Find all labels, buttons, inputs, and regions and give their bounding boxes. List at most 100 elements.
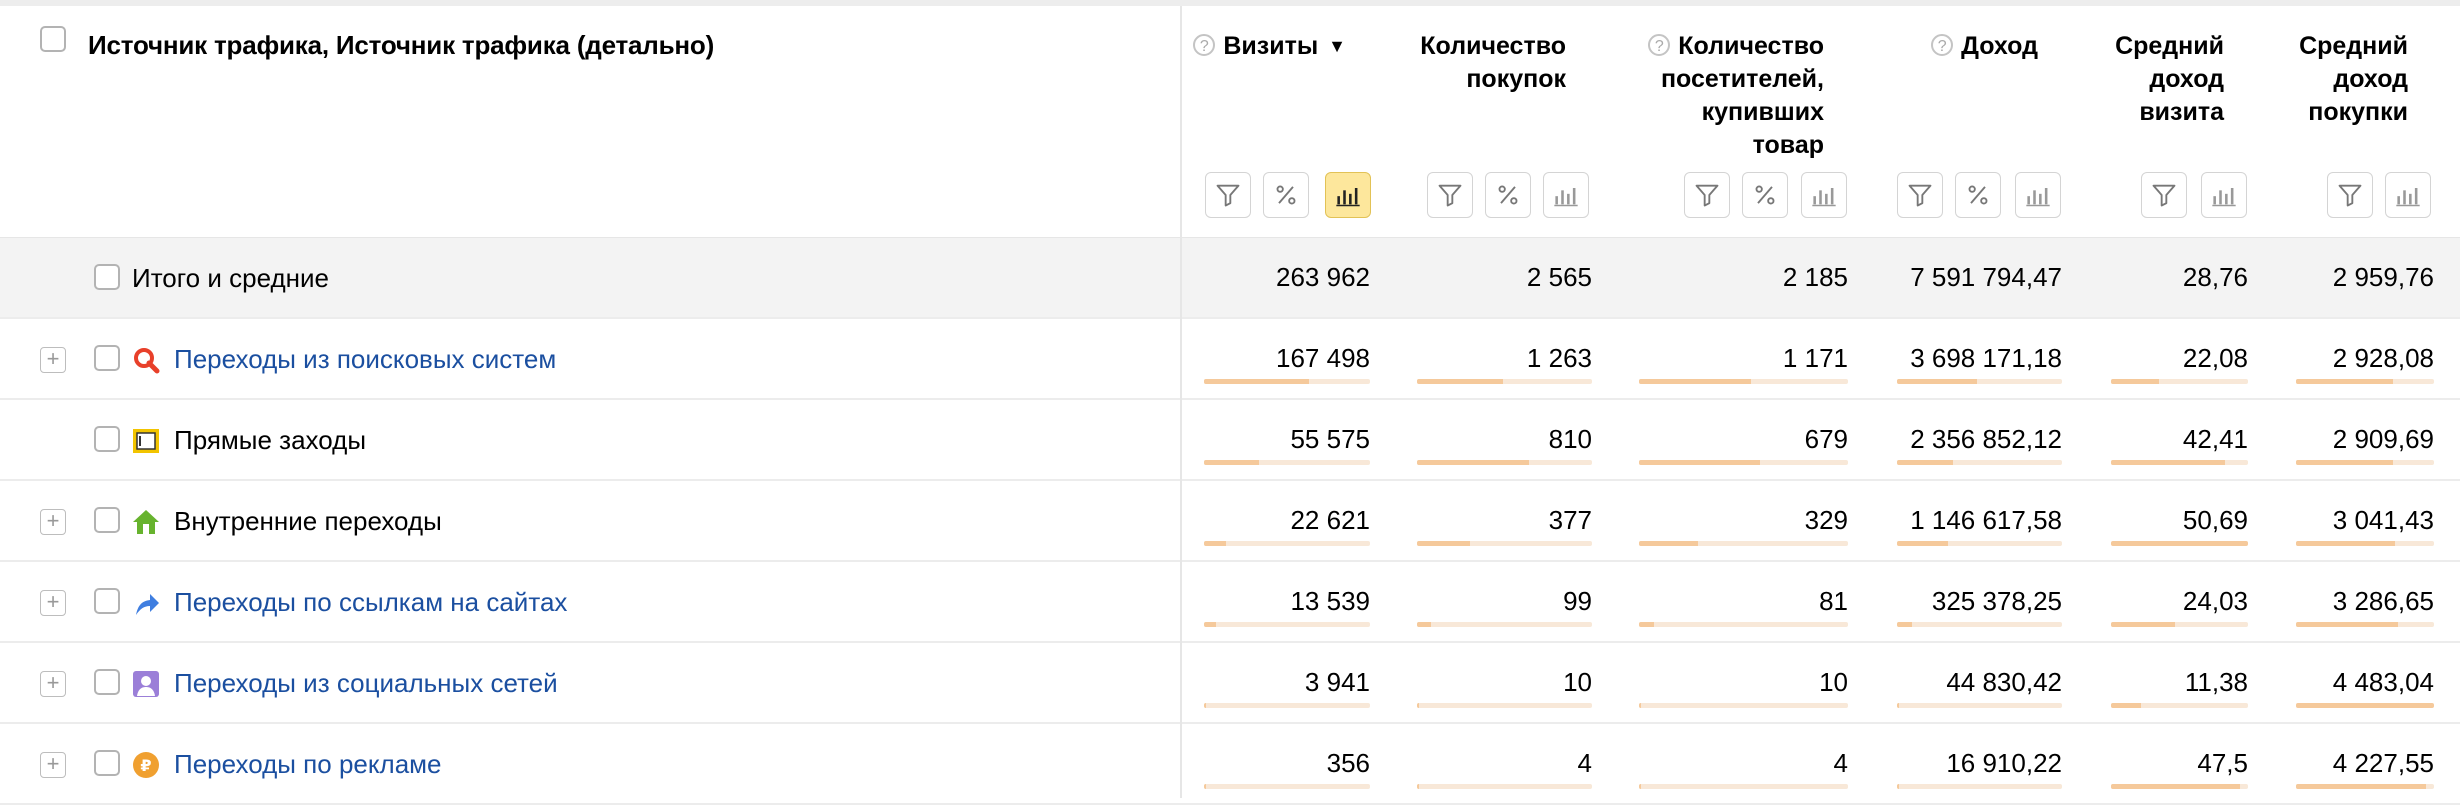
column-header-avg_visit[interactable]: Средний доход визита xyxy=(2115,30,2224,129)
chart-button[interactable] xyxy=(2015,172,2061,218)
traffic-source-label[interactable]: Переходы по ссылкам на сайтах xyxy=(174,587,567,618)
cell-value-visits: 3 941 xyxy=(1304,667,1370,697)
percent-button[interactable] xyxy=(1742,172,1788,218)
cell-value-avg_visit: 24,03 xyxy=(2182,586,2248,616)
cell-value-avg_purchase: 4 483,04 xyxy=(2332,667,2434,697)
value-bar-track xyxy=(2296,379,2434,384)
column-header-label: покупок xyxy=(1466,65,1566,93)
value-bar-track xyxy=(1204,379,1370,384)
cell-value-revenue: 16 910,22 xyxy=(1946,748,2062,778)
table-row: + Переходы из поисковых систем 167 498 1 26… xyxy=(0,319,2460,400)
total-value-revenue: 7 591 794,47 xyxy=(1910,262,2062,292)
traffic-source-label[interactable]: Переходы из социальных сетей xyxy=(174,668,558,699)
expand-row-button[interactable]: + xyxy=(40,671,66,697)
cell-value-visits: 356 xyxy=(1326,748,1370,778)
cell-value-revenue: 325 378,25 xyxy=(1931,586,2062,616)
value-bar-track xyxy=(1639,541,1848,546)
total-value-buyers: 2 185 xyxy=(1782,262,1848,292)
percent-icon xyxy=(1494,181,1522,209)
value-bar-fill xyxy=(2296,784,2426,789)
cell-value-purchases: 1 263 xyxy=(1526,343,1592,373)
traffic-source-label: Внутренние переходы xyxy=(174,506,442,536)
table-row: + ₽ Переходы по рекламе 356 4 4 16 910,22 47,5 4… xyxy=(0,724,2460,805)
total-row: Итого и средние 263 962 2 565 2 185 7 591 7… xyxy=(0,238,2460,319)
traffic-source-label[interactable]: Переходы из поисковых систем xyxy=(174,344,556,375)
row-checkbox[interactable] xyxy=(94,345,120,371)
filter-button[interactable] xyxy=(1205,172,1251,218)
filter-button[interactable] xyxy=(1897,172,1943,218)
table-header: Источник трафика, Источник трафика (дета… xyxy=(0,6,2460,238)
social-user-icon xyxy=(132,670,160,698)
value-bar-track xyxy=(1417,784,1592,789)
value-bar-track xyxy=(1417,541,1592,546)
value-bar-fill xyxy=(1639,460,1761,465)
sort-desc-icon[interactable]: ▼ xyxy=(1328,36,1346,56)
expand-row-button[interactable]: + xyxy=(40,752,66,778)
column-header-avg_purchase[interactable]: Средний доход покупки xyxy=(2299,30,2408,129)
filter-button[interactable] xyxy=(2327,172,2373,218)
chart-button[interactable] xyxy=(1543,172,1589,218)
chart-button[interactable] xyxy=(1801,172,1847,218)
value-bar-track xyxy=(1204,784,1370,789)
column-header-label: доход xyxy=(2333,65,2408,93)
value-bar-fill xyxy=(2111,460,2225,465)
cell-value-avg_visit: 11,38 xyxy=(2184,667,2248,697)
total-value-visits: 263 962 xyxy=(1276,262,1370,292)
value-bar-fill xyxy=(2296,460,2393,465)
expand-row-button[interactable]: + xyxy=(40,347,66,373)
column-header-purchases[interactable]: Количество покупок xyxy=(1420,30,1566,96)
value-bar-track xyxy=(1204,541,1370,546)
traffic-source-label[interactable]: Переходы по рекламе xyxy=(174,749,442,780)
value-bar-track xyxy=(2296,460,2434,465)
value-bar-fill xyxy=(1204,460,1259,465)
value-bar-fill xyxy=(1204,541,1226,546)
percent-button[interactable] xyxy=(1263,172,1309,218)
help-icon[interactable]: ? xyxy=(1931,34,1954,56)
svg-text:₽: ₽ xyxy=(140,756,151,775)
column-header-revenue[interactable]: ? Доход xyxy=(1931,30,2038,63)
value-bar-track xyxy=(1897,541,2062,546)
cell-value-avg_visit: 50,69 xyxy=(2182,505,2248,535)
total-value-avg_purchase: 2 959,76 xyxy=(2332,262,2434,292)
expand-row-button[interactable]: + xyxy=(40,590,66,616)
chart-button[interactable] xyxy=(2201,172,2247,218)
value-bar-fill xyxy=(1417,703,1419,708)
bar-chart-icon xyxy=(1552,181,1580,209)
value-bar-track xyxy=(2111,379,2248,384)
expand-row-button[interactable]: + xyxy=(40,509,66,535)
help-icon[interactable]: ? xyxy=(1193,34,1216,56)
value-bar-track xyxy=(1897,703,2062,708)
filter-icon xyxy=(2336,181,2364,209)
row-checkbox[interactable] xyxy=(94,507,120,533)
traffic-source-label: Прямые заходы xyxy=(174,425,367,455)
filter-button[interactable] xyxy=(1427,172,1473,218)
filter-button[interactable] xyxy=(2141,172,2187,218)
value-bar-fill xyxy=(1417,622,1431,627)
percent-button[interactable] xyxy=(1485,172,1531,218)
total-checkbox[interactable] xyxy=(94,264,120,290)
value-bar-track xyxy=(1417,379,1592,384)
value-bar-fill xyxy=(2296,703,2434,708)
value-bar-track xyxy=(2296,541,2434,546)
percent-button[interactable] xyxy=(1955,172,2001,218)
value-bar-track xyxy=(1639,622,1848,627)
value-bar-fill xyxy=(1639,622,1654,627)
chart-button[interactable] xyxy=(1325,172,1371,218)
filter-button[interactable] xyxy=(1684,172,1730,218)
row-checkbox[interactable] xyxy=(94,426,120,452)
row-checkbox[interactable] xyxy=(94,588,120,614)
column-header-visits[interactable]: ? Визиты ▼ xyxy=(1193,30,1346,63)
column-header-buyers[interactable]: ? Количество посетителей, купивших товар xyxy=(1648,30,1824,162)
value-bar-fill xyxy=(1897,703,1899,708)
value-bar-fill xyxy=(2111,379,2159,384)
row-checkbox[interactable] xyxy=(94,750,120,776)
chart-button[interactable] xyxy=(2385,172,2431,218)
value-bar-fill xyxy=(1897,784,1899,789)
select-all-checkbox[interactable] xyxy=(40,26,66,52)
column-header-label: Средний xyxy=(2299,32,2408,60)
row-checkbox[interactable] xyxy=(94,669,120,695)
help-icon[interactable]: ? xyxy=(1648,34,1671,56)
value-bar-track xyxy=(1639,784,1848,789)
column-header-label: Визиты xyxy=(1223,32,1319,60)
value-bar-track xyxy=(2111,622,2248,627)
